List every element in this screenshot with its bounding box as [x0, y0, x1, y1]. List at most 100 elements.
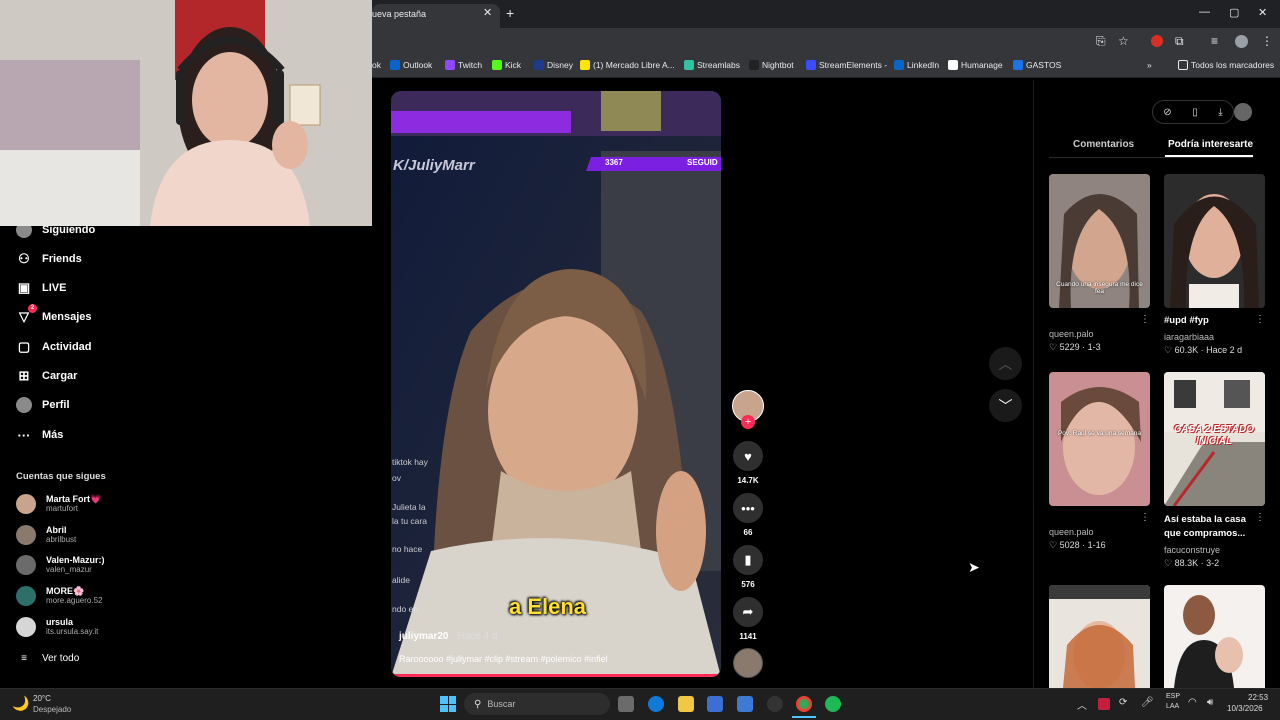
- chrome-menu-icon[interactable]: ⋮: [1261, 34, 1273, 48]
- video-meta: · Hace 2 d: [1200, 345, 1243, 355]
- sound-avatar[interactable]: [733, 648, 763, 678]
- tab-recommended[interactable]: Podría interesarte: [1168, 139, 1253, 150]
- taskbar-search[interactable]: ⚲ Buscar: [464, 693, 610, 715]
- previous-video-button[interactable]: ︿: [989, 347, 1022, 380]
- file-explorer-icon[interactable]: [678, 696, 694, 712]
- sidebar-item-friends[interactable]: ⚇ Friends: [16, 249, 82, 269]
- spotify-icon[interactable]: [825, 696, 841, 712]
- video-thumbnail[interactable]: Cuando una insegura me dice fea: [1049, 174, 1150, 308]
- phone-icon[interactable]: ▯: [1192, 107, 1198, 118]
- media-control-icon[interactable]: ≡: [1211, 34, 1218, 48]
- video-player[interactable]: K/JuliyMarr 3367 SEGUID tiktok hay ov Juli…: [391, 91, 721, 677]
- share-action[interactable]: ➦ 1141: [733, 597, 763, 641]
- sidebar-item-live[interactable]: ▣ LIVE: [16, 278, 67, 298]
- chrome-icon[interactable]: [796, 696, 812, 712]
- sidebar-item-cargar[interactable]: ⊞ Cargar: [16, 366, 78, 386]
- video-thumbnail[interactable]: CASA 2 ESTADO INICIAL: [1164, 372, 1265, 506]
- calculator-icon[interactable]: [707, 696, 723, 712]
- weather-icon[interactable]: 🌙: [12, 695, 29, 712]
- video-caption[interactable]: Así estaba la casa que compramos...: [1164, 513, 1256, 541]
- more-options-icon[interactable]: ⋮: [1255, 314, 1265, 325]
- mouse-cursor-icon: ➤: [968, 559, 980, 575]
- download-icon[interactable]: ⤓: [1218, 107, 1222, 118]
- task-view-icon[interactable]: [618, 696, 634, 712]
- like-action[interactable]: ♥ 14.7K: [733, 441, 763, 485]
- language-bottom[interactable]: LAA: [1166, 703, 1179, 710]
- video-caption[interactable]: #upd #fyp: [1164, 315, 1209, 326]
- more-options-icon[interactable]: ⋮: [1140, 512, 1150, 523]
- bookmark-item[interactable]: GASTOS: [1013, 60, 1061, 70]
- sidebar-item-perfil[interactable]: Perfil: [16, 395, 70, 415]
- all-bookmarks-folder[interactable]: Todos los marcadores: [1178, 60, 1274, 70]
- snipping-tool-icon[interactable]: [737, 696, 753, 712]
- more-options-icon[interactable]: ⋮: [1140, 314, 1150, 325]
- sidebar-item-mensajes[interactable]: ▽ 2 Mensajes: [16, 304, 92, 327]
- share-icon[interactable]: ➦: [733, 597, 763, 627]
- follow-plus-icon[interactable]: +: [741, 415, 755, 429]
- minimize-icon[interactable]: —: [1199, 6, 1210, 18]
- bookmark-item[interactable]: StreamElements -: [806, 60, 887, 70]
- wifi-icon[interactable]: ◠: [1188, 697, 1197, 708]
- bookmark-item[interactable]: Kick: [492, 60, 521, 70]
- volume-icon[interactable]: 🔊︎: [1207, 697, 1213, 708]
- more-options-icon[interactable]: ⋮: [1255, 512, 1265, 523]
- close-window-icon[interactable]: ✕: [1258, 6, 1267, 19]
- following-account[interactable]: MORE🌸 more.aguero.52: [16, 586, 102, 606]
- tray-sync-icon[interactable]: ⟳: [1119, 697, 1127, 708]
- heart-icon[interactable]: ♥: [733, 441, 763, 471]
- clock-date[interactable]: 10/3/2026: [1227, 704, 1263, 713]
- video-author[interactable]: juliymar20: [399, 631, 448, 642]
- video-thumbnail[interactable]: [1164, 585, 1265, 688]
- bookmarks-overflow-icon[interactable]: »: [1147, 60, 1152, 70]
- bookmark-item[interactable]: Streamlabs: [684, 60, 740, 70]
- bookmark-item[interactable]: (1) Mercado Libre A...: [580, 60, 675, 70]
- sidebar-item-ms[interactable]: ··· Más: [16, 425, 64, 445]
- browser-tab[interactable]: ueva pestaña: [372, 4, 500, 28]
- edge-icon[interactable]: [648, 696, 664, 712]
- sidebar-item-actividad[interactable]: ▢ Actividad: [16, 337, 92, 357]
- bookmark-item[interactable]: Nightbot: [749, 60, 794, 70]
- extension-icon[interactable]: [1151, 35, 1163, 47]
- video-author[interactable]: queen.palo: [1049, 527, 1094, 537]
- user-avatar[interactable]: [1234, 103, 1252, 121]
- extensions-puzzle-icon[interactable]: ⧉: [1175, 34, 1184, 49]
- video-thumbnail[interactable]: Pov: Raúl se va una semana: [1049, 372, 1150, 506]
- tab-comments[interactable]: Comentarios: [1073, 139, 1134, 150]
- bookmark-item[interactable]: LinkedIn: [894, 60, 939, 70]
- bookmark-item[interactable]: ok: [372, 60, 381, 70]
- following-account[interactable]: ursula its.ursula.say.it: [16, 617, 98, 637]
- video-author[interactable]: queen.palo: [1049, 329, 1094, 339]
- video-thumbnail[interactable]: [1164, 174, 1265, 308]
- maximize-icon[interactable]: ▢: [1229, 6, 1239, 19]
- bookmark-item[interactable]: Disney: [534, 60, 573, 70]
- tray-app-icon[interactable]: [1098, 698, 1110, 710]
- bookmark-star-icon[interactable]: ☆: [1118, 34, 1129, 48]
- clock-time[interactable]: 22:53: [1248, 693, 1268, 702]
- tray-chevron-icon[interactable]: ︿: [1077, 697, 1087, 712]
- bookmark-item[interactable]: Twitch: [445, 60, 482, 70]
- profile-avatar-icon[interactable]: [1235, 35, 1248, 48]
- obs-icon[interactable]: [767, 696, 783, 712]
- next-video-button[interactable]: ﹀: [989, 389, 1022, 422]
- video-author[interactable]: facuconstruye: [1164, 545, 1220, 555]
- close-tab-icon[interactable]: ✕: [483, 6, 492, 19]
- following-account[interactable]: Valen-Mazur:) valen_mazur: [16, 555, 105, 575]
- sidebar-item-label: Mensajes: [42, 311, 92, 323]
- bookmark-item[interactable]: Outlook: [390, 60, 432, 70]
- bookmark-icon[interactable]: ▮: [733, 545, 763, 575]
- video-author[interactable]: iaragarbiaaa: [1164, 332, 1214, 342]
- see-all-link[interactable]: ≡ Ver todo: [16, 648, 79, 668]
- microphone-icon[interactable]: 🎤︎: [1141, 697, 1154, 708]
- new-tab-button[interactable]: +: [506, 5, 514, 21]
- comment-action[interactable]: ••• 66: [733, 493, 763, 537]
- comment-icon[interactable]: •••: [733, 493, 763, 523]
- windows-start-icon[interactable]: [440, 696, 456, 712]
- bookmark-item[interactable]: Humanage: [948, 60, 1003, 70]
- following-account[interactable]: Abril abrilbust: [16, 525, 76, 545]
- following-account[interactable]: Marta Fort💗 martufort: [16, 494, 101, 514]
- save-action[interactable]: ▮ 576: [733, 545, 763, 589]
- install-app-icon[interactable]: ⎘: [1096, 34, 1106, 49]
- language-top[interactable]: ESP: [1166, 693, 1180, 700]
- compass-icon[interactable]: ⊘: [1163, 107, 1171, 118]
- video-thumbnail[interactable]: [1049, 585, 1150, 688]
